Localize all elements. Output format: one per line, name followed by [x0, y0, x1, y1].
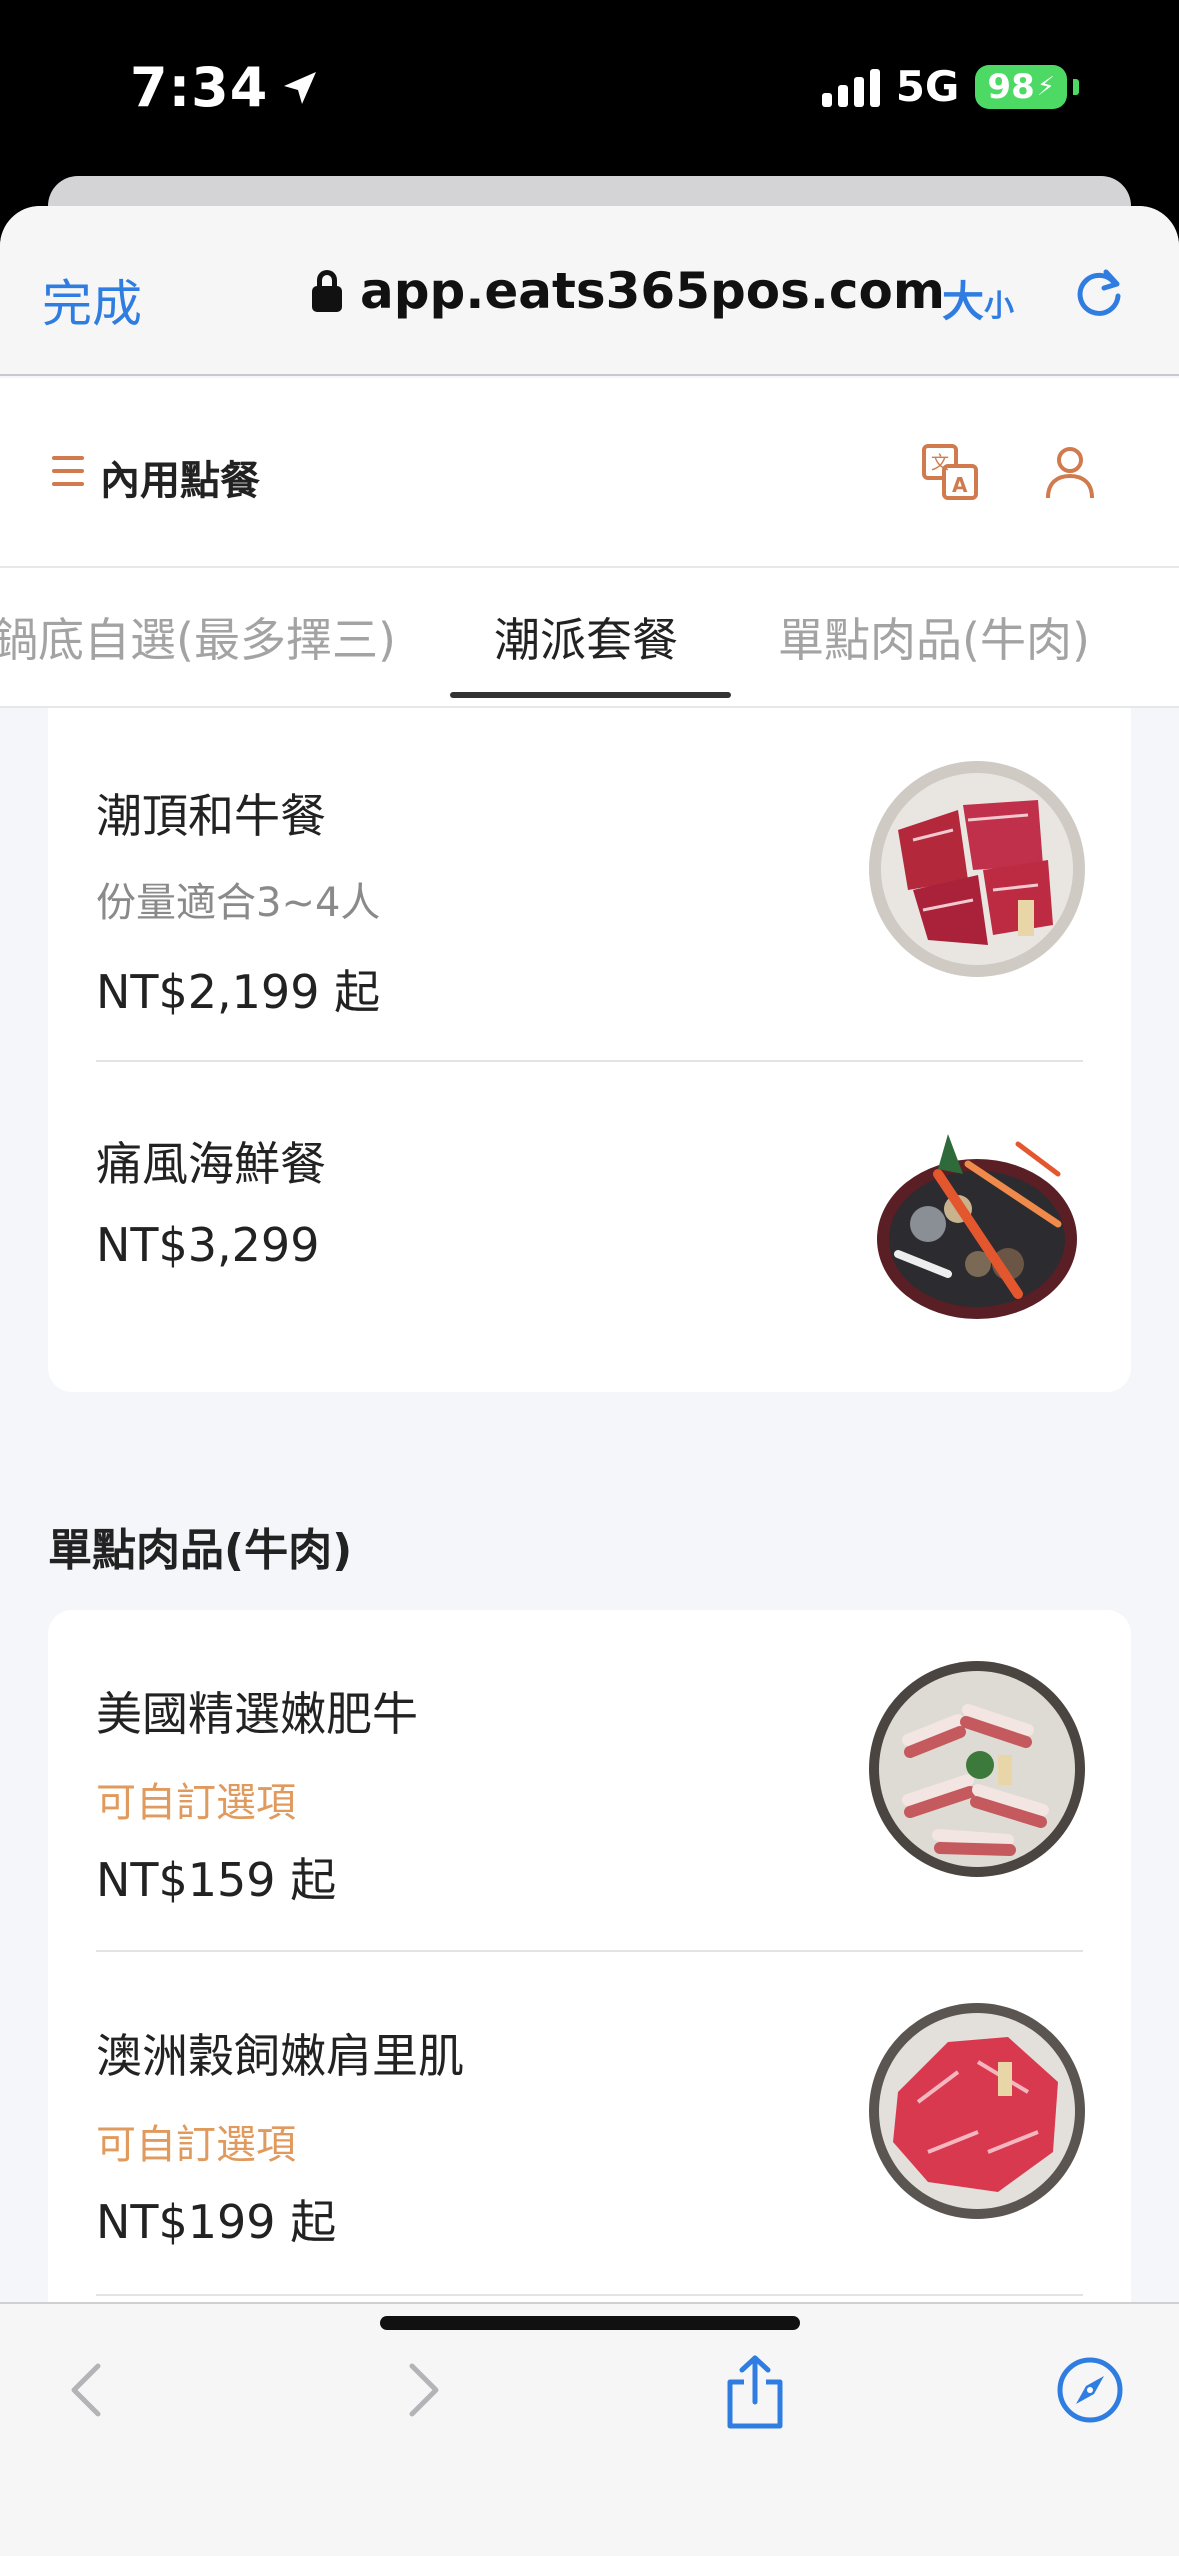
lock-icon	[312, 270, 342, 312]
done-button[interactable]: 完成	[42, 264, 142, 336]
shoulder-loin-image	[869, 2003, 1085, 2219]
url-text: app.eats365pos.com	[360, 262, 945, 320]
item-name: 痛風海鮮餐	[96, 1137, 326, 1191]
user-icon[interactable]	[1040, 442, 1100, 502]
category-tabs: 鍋底自選(最多擇三) 潮派套餐 單點肉品(牛肉)	[0, 568, 1179, 708]
item-divider	[96, 2294, 1083, 2296]
item-name: 美國精選嫩肥牛	[96, 1687, 418, 1741]
item-price: NT$2,199 起	[96, 965, 381, 1019]
item-note: 份量適合3~4人	[96, 880, 381, 926]
item-option-note: 可自訂選項	[96, 2122, 296, 2168]
battery-icon: 98 ⚡	[975, 64, 1067, 109]
text-size-button[interactable]: 大小	[942, 268, 1014, 329]
page-title: 內用點餐	[100, 458, 260, 504]
menu-item[interactable]: 澳洲穀飼嫩肩里肌 可自訂選項 NT$199 起	[48, 1952, 1131, 2292]
seafood-platter-image	[877, 1134, 1077, 1319]
browser-bottom-toolbar	[0, 2302, 1179, 2556]
location-arrow-icon	[284, 71, 317, 104]
home-indicator	[380, 2316, 800, 2330]
menu-item[interactable]: 美國精選嫩肥牛 可自訂選項 NT$159 起	[48, 1610, 1131, 1950]
item-name: 澳洲穀飼嫩肩里肌	[96, 2029, 464, 2083]
menu-item[interactable]: 潮頂和牛餐 份量適合3~4人 NT$2,199 起	[48, 708, 1131, 1060]
beef-slices-image	[869, 1661, 1085, 1877]
status-time: 7:34	[130, 56, 320, 119]
page-header: 內用點餐 文 A	[0, 378, 1179, 568]
address-bar[interactable]: app.eats365pos.com	[312, 262, 945, 320]
status-indicators: 5G 98 ⚡	[821, 62, 1079, 111]
share-icon[interactable]	[724, 2354, 786, 2430]
wagyu-plate-image	[869, 761, 1085, 977]
active-tab-indicator	[450, 692, 731, 698]
back-arrow-icon[interactable]	[66, 2360, 106, 2420]
tab-beef[interactable]: 單點肉品(牛肉)	[778, 604, 1090, 670]
status-bar: 7:34 5G 98 ⚡	[0, 0, 1179, 190]
battery-cap	[1073, 78, 1079, 95]
set-meal-card: 潮頂和牛餐 份量適合3~4人 NT$2,199 起 痛風海鮮餐 NT$3,299	[48, 708, 1131, 1392]
item-name: 潮頂和牛餐	[96, 789, 326, 843]
tab-set-meals[interactable]: 潮派套餐	[494, 604, 678, 670]
menu-icon[interactable]	[52, 456, 84, 486]
signal-icon	[821, 67, 880, 107]
item-option-note: 可自訂選項	[96, 1780, 296, 1826]
item-price: NT$3,299	[96, 1218, 320, 1272]
reload-icon[interactable]	[1070, 264, 1128, 322]
section-title-beef: 單點肉品(牛肉)	[48, 1525, 353, 1576]
item-price: NT$159 起	[96, 1853, 337, 1907]
forward-arrow-icon[interactable]	[404, 2360, 444, 2420]
svg-text:文: 文	[931, 453, 949, 474]
browser-top-bar: 完成 app.eats365pos.com 大小	[0, 206, 1179, 376]
tab-soup-base[interactable]: 鍋底自選(最多擇三)	[0, 604, 396, 670]
menu-item[interactable]: 痛風海鮮餐 NT$3,299	[48, 1062, 1131, 1392]
item-price: NT$199 起	[96, 2195, 337, 2249]
size-label-big: 大	[942, 277, 985, 326]
network-label: 5G	[895, 62, 960, 111]
battery-level: 98	[987, 66, 1035, 107]
clock: 7:34	[130, 56, 269, 119]
translate-icon[interactable]: 文 A	[920, 442, 980, 502]
browser-sheet: 完成 app.eats365pos.com 大小 內用點餐 文 A 鍋底自選(最…	[0, 206, 1179, 2556]
size-label-small: 小	[984, 289, 1015, 324]
beef-card: 美國精選嫩肥牛 可自訂選項 NT$159 起 澳洲穀飼嫩肩里肌 可自訂選項 NT…	[48, 1610, 1131, 2410]
compass-icon[interactable]	[1056, 2356, 1124, 2424]
svg-text:A: A	[952, 473, 968, 497]
